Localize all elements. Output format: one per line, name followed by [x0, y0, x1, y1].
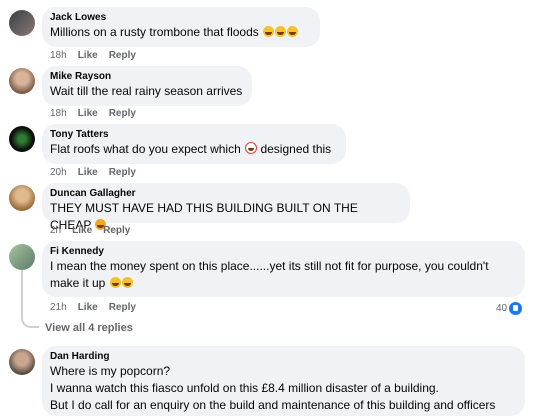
comment-bubble: Tony Tatters Flat roofs what do you expe…	[42, 124, 346, 164]
timestamp[interactable]: 2h	[50, 225, 61, 236]
comment-author[interactable]: Tony Tatters	[50, 129, 338, 141]
comment-author[interactable]: Dan Harding	[50, 351, 517, 363]
rofl-emoji-icon	[121, 277, 133, 288]
timestamp[interactable]: 18h	[50, 108, 67, 119]
timestamp[interactable]: 21h	[50, 302, 67, 313]
comment-meta: 2h Like Reply	[50, 225, 141, 237]
reply-button[interactable]: Reply	[109, 302, 136, 313]
avatar[interactable]	[9, 185, 35, 211]
comment-bubble: Jack Lowes Millions on a rusty trombone …	[42, 7, 320, 47]
reply-button[interactable]: Reply	[109, 108, 136, 119]
rofl-emoji-icon	[109, 277, 121, 288]
comment-text-line: make it up	[50, 275, 517, 292]
comment-text-line: But I do call for an enquiry on the buil…	[50, 398, 496, 412]
comment-author[interactable]: Mike Rayson	[50, 71, 244, 83]
like-button[interactable]: Like	[78, 167, 98, 178]
comment-text-line: Where is my popcorn?	[50, 364, 171, 378]
clown-emoji-icon	[245, 142, 258, 154]
comment-bubble: Mike Rayson Wait till the real rainy sea…	[42, 66, 252, 106]
comment-author[interactable]: Jack Lowes	[50, 12, 312, 24]
comment-text-line: I mean the money spent on this place....…	[50, 259, 489, 273]
laughing-emoji-icon	[287, 26, 299, 37]
avatar[interactable]	[9, 68, 35, 94]
like-reaction-icon	[509, 302, 523, 315]
laughing-emoji-icon	[263, 26, 275, 37]
like-button[interactable]: Like	[72, 225, 92, 236]
comment-meta: 18h Like Reply	[50, 50, 147, 62]
timestamp[interactable]: 20h	[50, 167, 67, 178]
reply-button[interactable]: Reply	[103, 225, 130, 236]
reply-thread-line	[21, 270, 39, 328]
comment-bubble: Fi Kennedy I mean the money spent on thi…	[42, 241, 525, 297]
like-button[interactable]: Like	[78, 302, 98, 313]
comment-author[interactable]: Duncan Gallagher	[50, 188, 402, 200]
comment-bubble: Duncan Gallagher THEY MUST HAVE HAD THIS…	[42, 183, 410, 232]
comment-bubble: Dan Harding Where is my popcorn? I wanna…	[42, 346, 525, 416]
reaction-count-value: 40	[496, 303, 508, 314]
comment-text: Millions on a rusty trombone that floods	[50, 24, 312, 41]
avatar[interactable]	[9, 126, 35, 152]
comment-author[interactable]: Fi Kennedy	[50, 246, 517, 258]
comment-meta: 21h Like Reply	[50, 302, 147, 314]
like-button[interactable]: Like	[78, 108, 98, 119]
avatar[interactable]	[9, 244, 35, 270]
avatar[interactable]	[9, 10, 35, 36]
comment-text: Flat roofs what do you expect which desi…	[50, 142, 332, 156]
reaction-count[interactable]: 40	[496, 302, 523, 315]
avatar[interactable]	[9, 349, 35, 375]
comment-meta: 18h Like Reply	[50, 108, 147, 120]
laughing-emoji-icon	[275, 26, 287, 37]
comment-meta: 20h Like Reply	[50, 167, 147, 179]
reply-button[interactable]: Reply	[109, 50, 136, 61]
comment-text-line: I wanna watch this fiasco unfold on this…	[50, 381, 439, 395]
comment-text: Wait till the real rainy season arrives	[50, 84, 243, 98]
like-button[interactable]: Like	[78, 50, 98, 61]
view-replies-link[interactable]: View all 4 replies	[45, 321, 133, 335]
reply-button[interactable]: Reply	[109, 167, 136, 178]
timestamp[interactable]: 18h	[50, 50, 67, 61]
